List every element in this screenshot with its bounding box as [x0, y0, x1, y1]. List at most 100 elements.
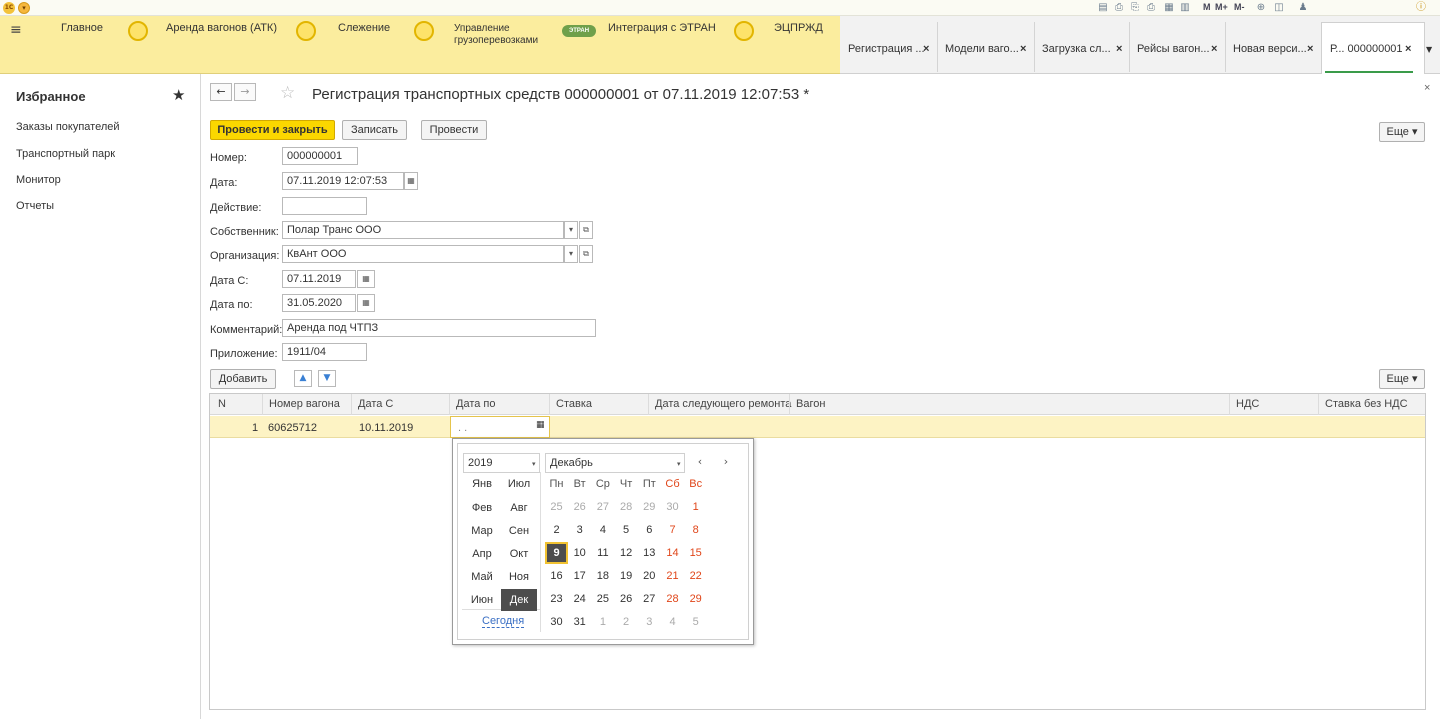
calendar-day[interactable]: 25: [545, 496, 568, 518]
favorite-item-monitor[interactable]: Монитор: [16, 174, 61, 186]
month-feb[interactable]: Фев: [464, 497, 500, 519]
wagon-number-cell[interactable]: 60625712: [268, 422, 317, 434]
month-may[interactable]: Май: [464, 566, 500, 588]
date-from-cell[interactable]: 10.11.2019: [359, 422, 413, 434]
calendar-day[interactable]: 27: [591, 496, 614, 518]
menu-icon[interactable]: ≡: [10, 22, 22, 38]
window-layout-icon[interactable]: ◫: [1272, 1, 1286, 14]
calendar-day[interactable]: 19: [615, 565, 638, 587]
calendar-day[interactable]: 22: [684, 565, 707, 587]
calendar-day[interactable]: 10: [568, 542, 591, 564]
open-icon[interactable]: ⧉: [579, 245, 593, 263]
month-sep[interactable]: Сен: [501, 520, 537, 542]
tab-wagon-trips[interactable]: Рейсы вагон...: [1137, 43, 1210, 55]
tab-loading[interactable]: Загрузка сл...: [1042, 43, 1111, 55]
calendar-icon[interactable]: ▦: [404, 172, 418, 190]
user-icon[interactable]: ♟: [1296, 1, 1310, 14]
month-oct[interactable]: Окт: [501, 543, 537, 565]
calendar-day[interactable]: 24: [568, 588, 591, 610]
tabs-dropdown-icon[interactable]: ▼: [1426, 45, 1432, 54]
calendar-day[interactable]: 11: [591, 542, 614, 564]
column-n[interactable]: N: [218, 398, 226, 410]
calendar-day[interactable]: 4: [591, 519, 614, 541]
save-button[interactable]: Записать: [342, 120, 407, 140]
section-freight-line2[interactable]: грузоперевозками: [454, 34, 538, 47]
date-to-cell[interactable]: . .: [458, 422, 467, 434]
forward-arrow-icon[interactable]: →: [234, 83, 256, 101]
calendar-day[interactable]: 3: [568, 519, 591, 541]
column-rate-no-vat[interactable]: Ставка без НДС: [1325, 398, 1408, 410]
month-mar[interactable]: Мар: [464, 520, 500, 542]
month-aug[interactable]: Авг: [501, 497, 537, 519]
date-field[interactable]: 07.11.2019 12:07:53: [282, 172, 404, 190]
tab-wagon-models[interactable]: Модели ваго...: [945, 43, 1019, 55]
calendar-icon[interactable]: ▥: [1178, 1, 1192, 14]
calendar-day[interactable]: 5: [615, 519, 638, 541]
favorite-item-orders[interactable]: Заказы покупателей: [16, 121, 120, 133]
calendar-day[interactable]: 3: [638, 611, 661, 633]
calendar-day[interactable]: 29: [638, 496, 661, 518]
month-jan[interactable]: Янв: [464, 473, 500, 495]
month-dec[interactable]: Дек: [501, 589, 537, 611]
favorite-item-reports[interactable]: Отчеты: [16, 200, 54, 212]
calendar-day[interactable]: 20: [638, 565, 661, 587]
close-icon[interactable]: ×: [1116, 43, 1122, 55]
star-icon[interactable]: ★: [172, 86, 185, 104]
number-field[interactable]: 000000001: [282, 147, 358, 165]
section-circle-icon[interactable]: [296, 21, 316, 41]
month-nov[interactable]: Ноя: [501, 566, 537, 588]
calendar-icon[interactable]: ▦: [536, 420, 545, 430]
post-and-close-button[interactable]: Провести и закрыть: [210, 120, 335, 140]
favorite-item-fleet[interactable]: Транспортный парк: [16, 148, 115, 160]
calendar-day[interactable]: 25: [591, 588, 614, 610]
calendar-day[interactable]: 31: [568, 611, 591, 633]
month-jul[interactable]: Июл: [501, 473, 537, 495]
calendar-day[interactable]: 2: [615, 611, 638, 633]
owner-field[interactable]: Полар Транс ООО: [282, 221, 564, 239]
close-icon[interactable]: ×: [1020, 43, 1026, 55]
calendar-icon[interactable]: ▦: [357, 294, 375, 312]
tab-registration[interactable]: Регистрация ...: [848, 43, 925, 55]
memory-minus-button[interactable]: M-: [1234, 1, 1245, 14]
year-select[interactable]: 2019: [463, 453, 540, 473]
calendar-day[interactable]: 30: [661, 496, 684, 518]
column-date-from[interactable]: Дата С: [358, 398, 393, 410]
column-next-repair[interactable]: Дата следующего ремонта: [655, 398, 791, 410]
wagons-table[interactable]: [209, 393, 1426, 710]
move-down-icon[interactable]: ▼: [318, 370, 336, 387]
section-main[interactable]: Главное: [61, 22, 103, 35]
today-link[interactable]: Сегодня: [482, 615, 525, 628]
tab-new-version[interactable]: Новая верси...: [1233, 43, 1307, 55]
calendar-day[interactable]: 9: [545, 542, 568, 564]
calendar-day[interactable]: 7: [661, 519, 684, 541]
calendar-icon[interactable]: ▦: [357, 270, 375, 288]
calendar-day[interactable]: 8: [684, 519, 707, 541]
calendar-day[interactable]: 23: [545, 588, 568, 610]
calendar-day[interactable]: 2: [545, 519, 568, 541]
info-icon[interactable]: ⓘ: [1414, 1, 1428, 14]
add-row-button[interactable]: Добавить: [210, 369, 276, 389]
etran-logo-icon[interactable]: ЭТРАН: [562, 25, 596, 37]
month-apr[interactable]: Апр: [464, 543, 500, 565]
section-circle-icon[interactable]: [734, 21, 754, 41]
calendar-day[interactable]: 1: [591, 611, 614, 633]
section-wagon-rent[interactable]: Аренда вагонов (АТК): [166, 22, 277, 35]
section-etran[interactable]: Интеграция с ЭТРАН: [608, 22, 716, 35]
favorite-star-icon[interactable]: ☆: [280, 85, 295, 102]
zoom-icon[interactable]: ⊕: [1254, 1, 1268, 14]
close-icon[interactable]: ×: [923, 43, 929, 55]
calendar-day[interactable]: 6: [638, 519, 661, 541]
calendar-day[interactable]: 17: [568, 565, 591, 587]
more-button[interactable]: Еще ▾: [1379, 122, 1425, 142]
month-select[interactable]: Декабрь: [545, 453, 685, 473]
main-menu-icon[interactable]: ▾: [18, 2, 30, 14]
column-wagon[interactable]: Вагон: [796, 398, 825, 410]
calculator-icon[interactable]: ▦: [1162, 1, 1176, 14]
column-vat[interactable]: НДС: [1236, 398, 1259, 410]
table-more-button[interactable]: Еще ▾: [1379, 369, 1425, 389]
calendar-day[interactable]: 18: [591, 565, 614, 587]
chevron-down-icon[interactable]: ▾: [564, 245, 578, 263]
calendar-day[interactable]: 5: [684, 611, 707, 633]
section-ecp[interactable]: ЭЦПРЖД: [774, 22, 823, 35]
tab-current-document[interactable]: Р... 000000001: [1330, 43, 1403, 55]
